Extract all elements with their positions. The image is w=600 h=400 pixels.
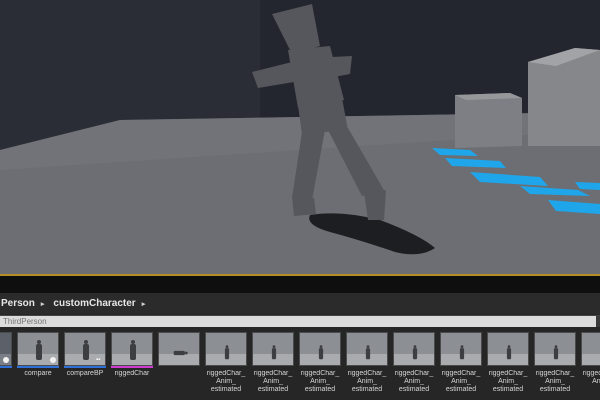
asset-tile[interactable]: riggedChar_ Anim_ estimated <box>534 332 576 396</box>
mannequin-icon <box>172 349 187 357</box>
asset-thumbnail <box>393 332 435 366</box>
asset-label: riggedChar_ Anim_ estimated <box>253 370 293 393</box>
asset-label: riggedChar_ Anim_ estimated <box>206 370 246 393</box>
asset-label: riggedChar_ Anim_ estimated <box>488 370 528 393</box>
mannequin-icon <box>223 345 231 360</box>
asset-thumbnail: ▪▪ <box>64 332 106 366</box>
asset-label: riggedChar_ Anim_ estimated <box>441 370 481 393</box>
asset-tile[interactable]: riggedChar_ Anim_ estimated <box>346 332 388 396</box>
mannequin-icon <box>364 345 372 360</box>
asset-tile[interactable] <box>0 332 12 396</box>
asset-tile[interactable] <box>158 332 200 396</box>
viewport-scene <box>0 0 600 276</box>
asset-label <box>158 370 200 396</box>
breadcrumb-item-person[interactable]: Person <box>0 298 35 309</box>
asset-tile[interactable]: riggedChar_ Anim_ estimated <box>299 332 341 396</box>
asset-label: compare <box>24 370 52 377</box>
asset-status-dot-icon <box>3 357 9 363</box>
asset-label: riggedChar_ Anim_ estimated <box>347 370 387 393</box>
asset-tile[interactable]: riggedChar_ Anim_ estimated <box>440 332 482 396</box>
mannequin-icon <box>80 340 92 362</box>
panel-divider <box>0 276 600 293</box>
asset-tile[interactable]: riggedChar <box>111 332 153 396</box>
asset-label: riggedChar_ Anim_ estimated <box>300 370 340 393</box>
asset-tile[interactable]: riggedChar_ Anim_ <box>581 332 600 396</box>
mannequin-icon <box>411 345 419 360</box>
asset-label <box>0 370 12 396</box>
asset-type-strip <box>111 366 153 368</box>
mannequin-icon <box>505 345 513 360</box>
asset-thumbnail <box>111 332 153 366</box>
search-input[interactable] <box>0 316 596 327</box>
breadcrumb-arrow-icon[interactable]: ▸ <box>136 300 154 308</box>
asset-thumbnail <box>581 332 600 366</box>
search-bar <box>0 315 600 327</box>
level-viewport[interactable] <box>0 0 600 276</box>
asset-thumbnail <box>158 332 200 366</box>
asset-label: compareBP <box>66 370 104 377</box>
asset-label: riggedChar_ Anim_ <box>582 370 600 385</box>
asset-type-strip <box>64 366 106 368</box>
asset-thumbnail <box>299 332 341 366</box>
mannequin-icon <box>458 345 466 360</box>
mannequin-icon <box>317 345 325 360</box>
asset-label: riggedChar <box>114 370 150 377</box>
mannequin-icon <box>127 340 139 362</box>
asset-thumbnail <box>346 332 388 366</box>
asset-tile[interactable]: ▪▪ compareBP <box>64 332 106 396</box>
asset-tile[interactable]: riggedChar_ Anim_ estimated <box>487 332 529 396</box>
asset-thumbnail <box>487 332 529 366</box>
content-browser: Person ▸ customCharacter ▸ compare▪▪comp… <box>0 293 600 400</box>
asset-thumbnail <box>440 332 482 366</box>
mannequin-icon <box>270 345 278 360</box>
asset-grid: compare ▪▪ compareBP riggedChar riggedChar_ … <box>0 330 600 400</box>
asset-thumbnail <box>205 332 247 366</box>
asset-tile[interactable]: compare <box>17 332 59 396</box>
blueprint-icon: ▪▪ <box>96 357 101 363</box>
asset-thumbnail <box>534 332 576 366</box>
breadcrumb-item-customcharacter[interactable]: customCharacter <box>52 298 135 309</box>
asset-tile[interactable]: riggedChar_ Anim_ estimated <box>252 332 294 396</box>
asset-type-strip <box>17 366 59 368</box>
asset-type-strip <box>0 366 12 368</box>
asset-thumbnail <box>252 332 294 366</box>
asset-thumbnail <box>17 332 59 366</box>
breadcrumb-arrow-icon[interactable]: ▸ <box>35 300 53 308</box>
mannequin-icon <box>33 340 45 362</box>
mannequin-icon <box>552 345 560 360</box>
asset-tile[interactable]: riggedChar_ Anim_ estimated <box>205 332 247 396</box>
asset-status-dot-icon <box>50 357 56 363</box>
asset-label: riggedChar_ Anim_ estimated <box>535 370 575 393</box>
asset-label: riggedChar_ Anim_ estimated <box>394 370 434 393</box>
breadcrumb: Person ▸ customCharacter ▸ <box>0 293 600 314</box>
asset-tile[interactable]: riggedChar_ Anim_ estimated <box>393 332 435 396</box>
asset-thumbnail <box>0 332 12 366</box>
